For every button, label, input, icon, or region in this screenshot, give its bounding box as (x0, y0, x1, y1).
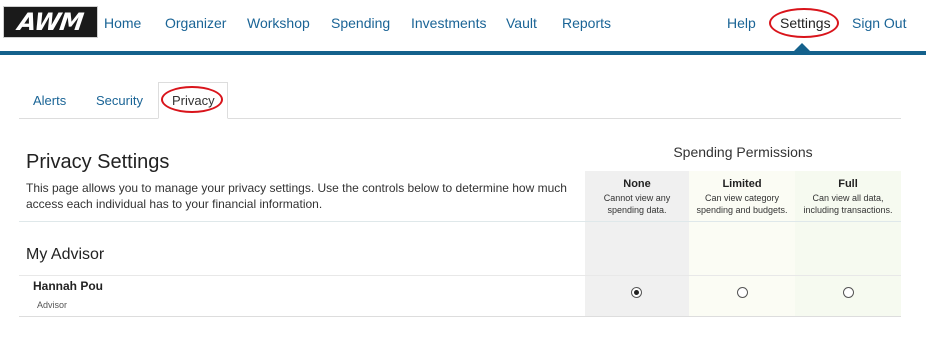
awm-logo[interactable]: AWM (3, 6, 98, 38)
section-divider (19, 275, 901, 276)
active-nav-caret-icon (793, 43, 811, 52)
nav-workshop[interactable]: Workshop (247, 15, 310, 31)
nav-organizer[interactable]: Organizer (165, 15, 226, 31)
logo-text: AWM (16, 8, 85, 36)
column-limited-title: Limited (722, 178, 762, 190)
column-full-desc-1: Can view all data, (812, 193, 884, 203)
section-title-my-advisor: My Advisor (26, 246, 105, 263)
page-title: Privacy Settings (26, 151, 170, 173)
row-divider (19, 316, 901, 317)
tab-alerts[interactable]: Alerts (33, 93, 66, 108)
header-divider (19, 221, 901, 222)
person-name: Hannah Pou (33, 279, 104, 293)
nav-spending[interactable]: Spending (331, 15, 390, 31)
column-header-none: None Cannot view any spending data. (585, 178, 689, 216)
column-limited-desc-2: spending and budgets. (696, 205, 788, 215)
column-none-title: None (623, 178, 651, 190)
privacy-highlight-circle (161, 86, 223, 113)
permission-radio-limited[interactable] (737, 287, 748, 298)
top-navigation: AWM Home Organizer Workshop Spending Inv… (0, 0, 926, 55)
tab-security[interactable]: Security (96, 93, 143, 108)
permission-radio-none[interactable] (631, 287, 642, 298)
nav-vault[interactable]: Vault (506, 15, 537, 31)
nav-investments[interactable]: Investments (411, 15, 486, 31)
nav-help[interactable]: Help (727, 15, 756, 31)
column-header-limited: Limited Can view category spending and b… (689, 178, 795, 216)
nav-underline-bar (0, 51, 926, 55)
column-none-desc-1: Cannot view any (603, 193, 671, 203)
column-header-full: Full Can view all data, including transa… (795, 178, 901, 216)
person-role: Advisor (37, 300, 68, 310)
page-description: This page allows you to manage your priv… (26, 181, 567, 211)
nav-reports[interactable]: Reports (562, 15, 611, 31)
nav-home[interactable]: Home (104, 15, 141, 31)
settings-subtabs: Alerts Security (19, 82, 901, 119)
nav-sign-out[interactable]: Sign Out (852, 15, 906, 31)
column-full-desc-2: including transactions. (803, 205, 893, 215)
column-full-title: Full (838, 178, 858, 190)
settings-highlight-circle (769, 8, 839, 38)
permission-radio-full[interactable] (843, 287, 854, 298)
column-none-desc-2: spending data. (607, 205, 667, 215)
column-limited-desc-1: Can view category (704, 193, 780, 203)
spending-permissions-title: Spending Permissions (673, 144, 813, 160)
